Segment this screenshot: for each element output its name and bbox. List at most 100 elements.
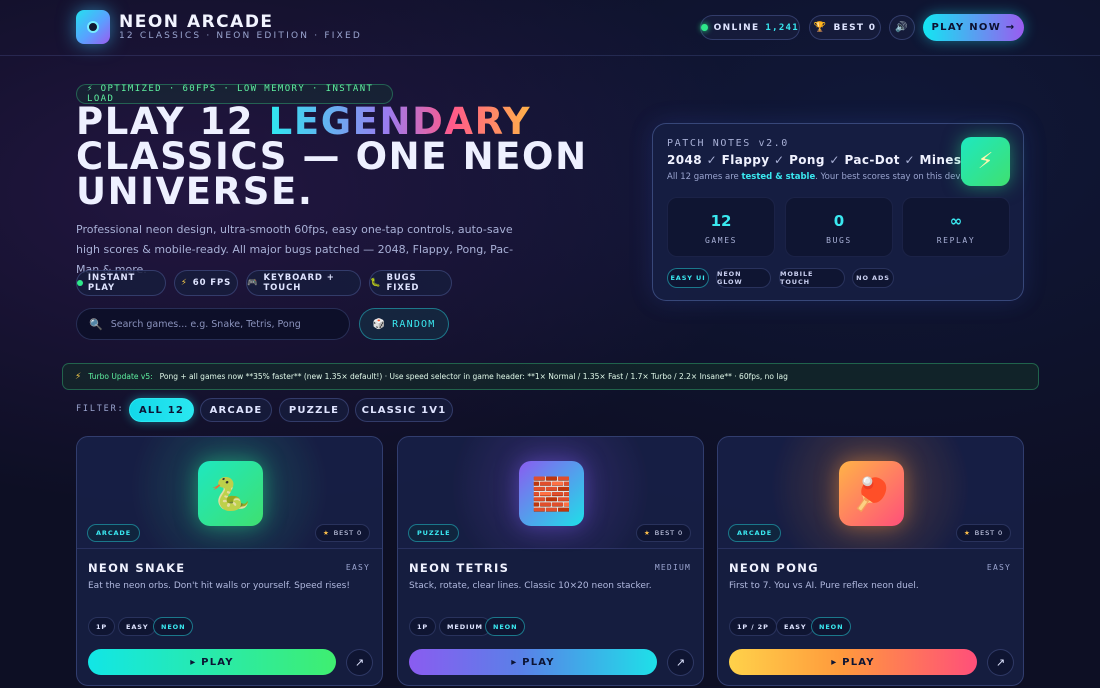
- tag-players: 1P / 2P: [729, 617, 777, 636]
- brand-subtitle: 12 CLASSICS · NEON EDITION · FIXED: [119, 31, 362, 41]
- game-description: Eat the neon orbs. Don't hit walls or yo…: [88, 581, 350, 591]
- game-title: NEON TETRIS: [409, 561, 510, 575]
- play-button[interactable]: ▸ PLAY: [409, 649, 657, 675]
- best-label: BEST 0: [654, 529, 683, 537]
- chip-label: INSTANT PLAY: [87, 273, 136, 293]
- gamepad-icon: 🎮: [247, 278, 259, 288]
- patch-notes-panel: PATCH NOTES v2.0 2048 ✓ Flappy ✓ Pong ✓ …: [652, 123, 1024, 301]
- patch-tag-no-ads: NO ADS: [852, 268, 894, 288]
- bug-icon: 🐛: [370, 278, 382, 288]
- stat-value: 0: [833, 212, 845, 230]
- stat-label: BUGS: [826, 236, 852, 245]
- game-description: Stack, rotate, clear lines. Classic 10×2…: [409, 581, 652, 591]
- open-external-icon[interactable]: ↗: [987, 649, 1014, 676]
- difficulty-label: EASY: [986, 563, 1011, 572]
- dice-icon: 🎲: [372, 318, 387, 330]
- logo-icon[interactable]: [76, 10, 110, 44]
- search-box[interactable]: 🔍: [76, 308, 350, 340]
- best-label: BEST 0: [974, 529, 1003, 537]
- filter-tab-arcade[interactable]: ARCADE: [200, 398, 272, 422]
- patch-tag-mobile-touch: MOBILE TOUCH: [779, 268, 845, 288]
- online-count: 1,241: [765, 22, 799, 33]
- difficulty-label: MEDIUM: [654, 563, 691, 572]
- star-icon: ★: [964, 529, 971, 537]
- tag-neon: NEON: [811, 617, 852, 636]
- paddle-icon: 🏓: [839, 461, 904, 526]
- best-score-label: BEST 0: [833, 22, 877, 33]
- game-card-tetris[interactable]: 🧱 PUZZLE ★ BEST 0 NEON TETRIS MEDIUM Sta…: [397, 436, 704, 686]
- patch-note-suffix: . Your best scores stay on this device.: [815, 172, 976, 182]
- game-card-snake[interactable]: 🐍 ARCADE ★ BEST 0 NEON SNAKE EASY Eat th…: [76, 436, 383, 686]
- trophy-icon: 🏆: [813, 22, 828, 33]
- patch-game: Pong: [789, 153, 825, 167]
- search-input[interactable]: [110, 318, 331, 330]
- patch-game: Flappy: [721, 153, 770, 167]
- tag-difficulty: EASY: [118, 617, 157, 636]
- tag-neon: NEON: [153, 617, 194, 636]
- online-label: ONLINE: [713, 22, 760, 33]
- random-label: RANDOM: [392, 318, 436, 330]
- open-external-icon[interactable]: ↗: [346, 649, 373, 676]
- sound-button[interactable]: 🔊: [889, 15, 915, 40]
- patch-tag-neon-glow: NEON GLOW: [716, 268, 771, 288]
- filter-tab-classic-1v1[interactable]: CLASSIC 1V1: [355, 398, 453, 422]
- snake-icon: 🐍: [198, 461, 263, 526]
- chip-label: BUGS FIXED: [386, 273, 420, 293]
- best-badge: ★ BEST 0: [956, 524, 1011, 542]
- chip-keyboard-touch[interactable]: 🎮 KEYBOARD + TOUCH: [246, 270, 361, 296]
- chip-label: KEYBOARD + TOUCH: [263, 273, 335, 293]
- stat-bugs: 0 BUGS: [785, 197, 893, 257]
- tag-neon: NEON: [485, 617, 526, 636]
- patch-tag-easy-ui: EASY UI: [667, 268, 709, 288]
- random-button[interactable]: 🎲 RANDOM: [359, 308, 449, 340]
- patch-game: Mines: [919, 153, 962, 167]
- patch-note-prefix: All 12 games are: [667, 172, 742, 182]
- best-badge: ★ BEST 0: [636, 524, 691, 542]
- stat-label: REPLAY: [936, 236, 976, 245]
- play-now-button[interactable]: PLAY NOW →: [923, 14, 1024, 41]
- category-badge: ARCADE: [728, 524, 782, 542]
- chip-instant-play[interactable]: INSTANT PLAY: [76, 270, 166, 296]
- online-dot-icon: [701, 24, 708, 31]
- search-icon: 🔍: [89, 317, 103, 331]
- bolt-icon: ⚡: [180, 278, 188, 288]
- best-score-pill: 🏆 BEST 0: [809, 15, 881, 40]
- patch-game: Pac-Dot: [844, 153, 900, 167]
- play-button[interactable]: ▸ PLAY: [729, 649, 977, 675]
- game-title: NEON PONG: [729, 561, 819, 575]
- best-label: BEST 0: [333, 529, 362, 537]
- best-badge: ★ BEST 0: [315, 524, 370, 542]
- brand-title: NEON ARCADE: [119, 12, 274, 32]
- bolt-icon: ⚡: [961, 137, 1010, 186]
- top-header: NEON ARCADE 12 CLASSICS · NEON EDITION ·…: [0, 0, 1100, 56]
- chip-bugs-fixed[interactable]: 🐛 BUGS FIXED: [369, 270, 452, 296]
- star-icon: ★: [323, 529, 330, 537]
- stat-replay: ∞ REPLAY: [902, 197, 1010, 257]
- tag-players: 1P: [409, 617, 437, 636]
- open-external-icon[interactable]: ↗: [667, 649, 694, 676]
- category-badge: ARCADE: [87, 524, 141, 542]
- game-card-pong[interactable]: 🏓 ARCADE ★ BEST 0 NEON PONG EASY First t…: [717, 436, 1024, 686]
- hero-headline: PLAY 12 LEGENDARY CLASSICS — ONE NEON UN…: [76, 103, 636, 210]
- tag-difficulty: EASY: [776, 617, 815, 636]
- tag-difficulty: MEDIUM: [439, 617, 491, 636]
- turbo-title: Turbo Update v5:: [88, 372, 153, 381]
- stat-value: ∞: [949, 212, 963, 230]
- stat-games: 12 GAMES: [667, 197, 775, 257]
- play-button[interactable]: ▸ PLAY: [88, 649, 336, 675]
- bolt-icon: ⚡: [75, 371, 82, 382]
- headline-part-3: UNIVERSE.: [76, 170, 314, 213]
- online-counter: ONLINE 1,241: [700, 15, 800, 40]
- category-badge: PUZZLE: [408, 524, 460, 542]
- stat-value: 12: [710, 212, 732, 230]
- turbo-text: Pong + all games now **35% faster** (new…: [159, 372, 788, 381]
- filter-tab-all[interactable]: ALL 12: [129, 398, 194, 422]
- filter-tab-puzzle[interactable]: PUZZLE: [279, 398, 349, 422]
- game-title: NEON SNAKE: [88, 561, 186, 575]
- chip-60fps[interactable]: ⚡ 60 FPS: [174, 270, 238, 296]
- speaker-icon: 🔊: [895, 22, 909, 33]
- tag-players: 1P: [88, 617, 116, 636]
- filter-label: FILTER:: [76, 404, 125, 414]
- patch-note: All 12 games are tested & stable. Your b…: [667, 172, 975, 182]
- patch-note-bold: tested & stable: [741, 172, 816, 182]
